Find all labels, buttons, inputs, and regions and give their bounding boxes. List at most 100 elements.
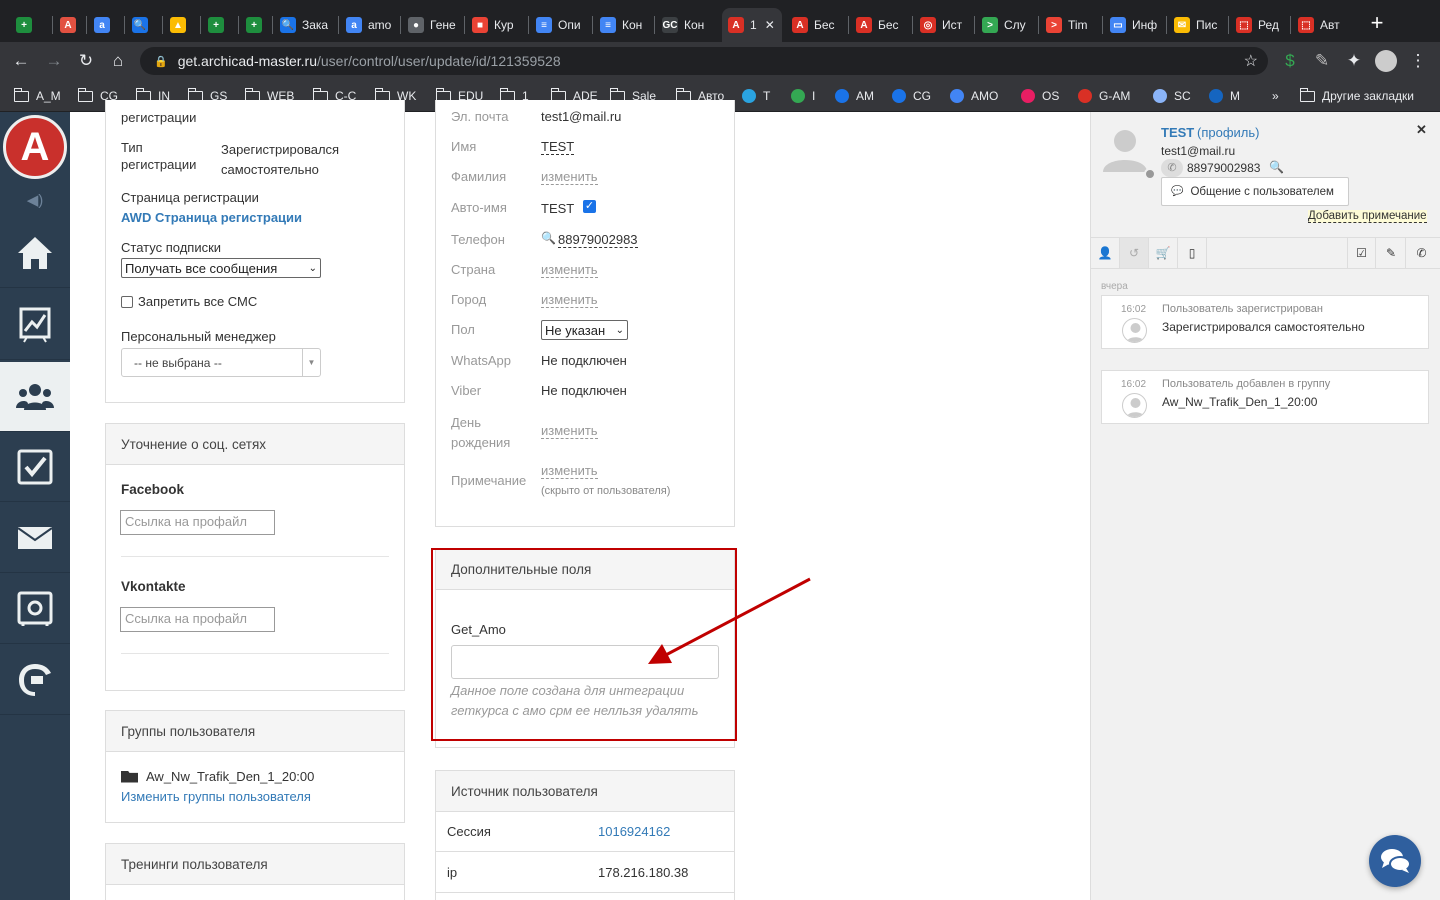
tab-label: amo: [368, 18, 392, 32]
manager-select[interactable]: -- не выбрана -- ▼: [121, 348, 321, 377]
chat-with-user-button[interactable]: 💬 Общение с пользователем: [1161, 177, 1349, 206]
bookmark-star-icon[interactable]: ☆: [1244, 51, 1258, 71]
users-nav-icon[interactable]: [0, 362, 70, 432]
browser-tab[interactable]: +: [10, 8, 40, 42]
browser-tab[interactable]: ■ Кур: [466, 8, 526, 42]
megaphone-icon[interactable]: ◀): [0, 184, 70, 216]
mail-icon[interactable]: [0, 503, 70, 573]
call-tab-icon[interactable]: ✆: [1407, 238, 1436, 268]
bookmark-item[interactable]: CG: [892, 88, 931, 104]
browser-tab[interactable]: ≡ Кон: [594, 8, 652, 42]
user-name-link[interactable]: TEST: [1161, 125, 1194, 140]
browser-tab[interactable]: ◎ Ист: [914, 8, 974, 42]
lastname-change-link[interactable]: изменить: [541, 169, 598, 185]
browser-tab[interactable]: A Бес: [786, 8, 846, 42]
change-groups-link[interactable]: Изменить группы пользователя: [121, 789, 311, 804]
forward-icon[interactable]: →: [43, 50, 65, 72]
browser-tab[interactable]: 🔍: [126, 8, 156, 42]
back-icon[interactable]: ←: [10, 50, 32, 72]
extensions-puzzle-icon[interactable]: ✦: [1343, 50, 1365, 72]
browser-tab[interactable]: +: [240, 8, 270, 42]
history-tab-icon[interactable]: ↺: [1120, 238, 1149, 268]
tab-close-icon[interactable]: ✕: [765, 18, 775, 32]
browser-tab[interactable]: ⬚ Ред: [1230, 8, 1288, 42]
sms-checkbox-row[interactable]: Запретить все СМС: [121, 294, 257, 309]
vk-profile-input[interactable]: Ссылка на профайл: [120, 607, 275, 632]
browser-tab[interactable]: A: [54, 8, 84, 42]
phone-search-icon[interactable]: 🔍: [541, 231, 556, 245]
autoname-checkbox[interactable]: ✓: [583, 200, 596, 213]
bookmark-item[interactable]: AM: [835, 88, 874, 104]
other-bookmarks[interactable]: Другие закладки: [1299, 87, 1414, 104]
chat-widget-button[interactable]: [1369, 835, 1421, 887]
tasks-checkbox-icon[interactable]: [0, 432, 70, 502]
bookmark-item[interactable]: A_M: [13, 87, 61, 104]
add-note-link[interactable]: Добавить примечание: [1308, 210, 1427, 223]
check-tab-icon[interactable]: ☑: [1347, 238, 1376, 268]
menu-kebab-icon[interactable]: ⋮: [1407, 50, 1429, 72]
home-nav-icon[interactable]: [0, 218, 70, 288]
tab-label: Бес: [878, 18, 899, 32]
browser-tab[interactable]: ▲: [164, 8, 194, 42]
browser-tab[interactable]: GC Кон: [656, 8, 718, 42]
city-change-link[interactable]: изменить: [541, 292, 598, 308]
bookmark-item[interactable]: T: [742, 88, 770, 104]
bookmark-item[interactable]: M: [1209, 88, 1240, 104]
logo[interactable]: A: [0, 112, 70, 182]
address-bar[interactable]: 🔒 get.archicad-master.ru/user/control/us…: [140, 47, 1268, 75]
stats-chart-icon[interactable]: [0, 290, 70, 360]
user-tab-icon[interactable]: 👤: [1091, 238, 1120, 268]
tab-separator: [912, 16, 913, 34]
browser-tab[interactable]: A 1 ✕: [722, 8, 782, 42]
browser-tab[interactable]: ▭ Инф: [1104, 8, 1164, 42]
profile-avatar-icon[interactable]: [1375, 50, 1397, 72]
bookmark-item[interactable]: G-AM: [1078, 88, 1130, 104]
manager-label: Персональный менеджер: [121, 329, 276, 344]
session-link[interactable]: 1016924162: [598, 824, 670, 839]
browser-tab[interactable]: ✉ Пис: [1168, 8, 1228, 42]
tab-label: Зака: [302, 18, 329, 32]
profile-link[interactable]: (профиль): [1197, 125, 1259, 140]
browser-tab[interactable]: 🔍 Зака: [274, 8, 336, 42]
sub-status-select[interactable]: Получать все сообщения ⌄: [121, 258, 321, 278]
getcourse-logo-icon[interactable]: [0, 645, 70, 715]
reg-page-link[interactable]: AWD Страница регистрации: [121, 210, 302, 225]
settings-safe-icon[interactable]: [0, 574, 70, 644]
name-value[interactable]: TEST: [541, 139, 575, 155]
bookmark-favicon-icon: [950, 89, 964, 103]
bookmark-item[interactable]: OS: [1021, 88, 1059, 104]
browser-tab[interactable]: ⬚ Авт: [1292, 8, 1352, 42]
extension-pen-icon[interactable]: ✎: [1311, 50, 1333, 72]
browser-tab[interactable]: > Tim: [1040, 8, 1100, 42]
bookmark-item[interactable]: I: [791, 88, 815, 104]
browser-tab[interactable]: +: [202, 8, 232, 42]
close-icon[interactable]: ✕: [1416, 122, 1427, 138]
browser-tab[interactable]: A Бес: [850, 8, 910, 42]
tab-favicon-icon: a: [346, 17, 362, 33]
home-icon[interactable]: ⌂: [107, 50, 129, 72]
country-change-link[interactable]: изменить: [541, 262, 598, 278]
browser-tab[interactable]: > Слу: [976, 8, 1036, 42]
birthday-change-link[interactable]: изменить: [541, 423, 598, 439]
mobile-tab-icon[interactable]: ▯: [1178, 238, 1207, 268]
bookmark-item[interactable]: AMO: [950, 88, 998, 104]
phone-value[interactable]: 88979002983: [558, 232, 638, 248]
browser-tab[interactable]: ≡ Опи: [530, 8, 590, 42]
cart-tab-icon[interactable]: 🛒: [1149, 238, 1178, 268]
sms-checkbox[interactable]: [121, 295, 133, 308]
facebook-profile-input[interactable]: Ссылка на профайл: [120, 510, 275, 535]
gender-select[interactable]: Не указан ⌄: [541, 320, 628, 340]
bookmarks-more-button[interactable]: »: [1272, 88, 1279, 104]
search-icon[interactable]: 🔍: [1269, 160, 1284, 174]
browser-tab[interactable]: a amo: [340, 8, 398, 42]
reg-type-value: Зарегистрировался самостоятельно: [221, 142, 340, 177]
reload-icon[interactable]: ↻: [75, 50, 97, 72]
browser-tab[interactable]: ● Гене: [402, 8, 462, 42]
edit-tab-icon[interactable]: ✎: [1377, 238, 1406, 268]
extension-icon[interactable]: $: [1279, 50, 1301, 72]
new-tab-button[interactable]: +: [1366, 12, 1388, 34]
bookmark-item[interactable]: SC: [1153, 88, 1191, 104]
note-change-link[interactable]: изменить: [541, 463, 598, 479]
tab-label: Кур: [494, 18, 514, 32]
browser-tab[interactable]: a: [88, 8, 118, 42]
